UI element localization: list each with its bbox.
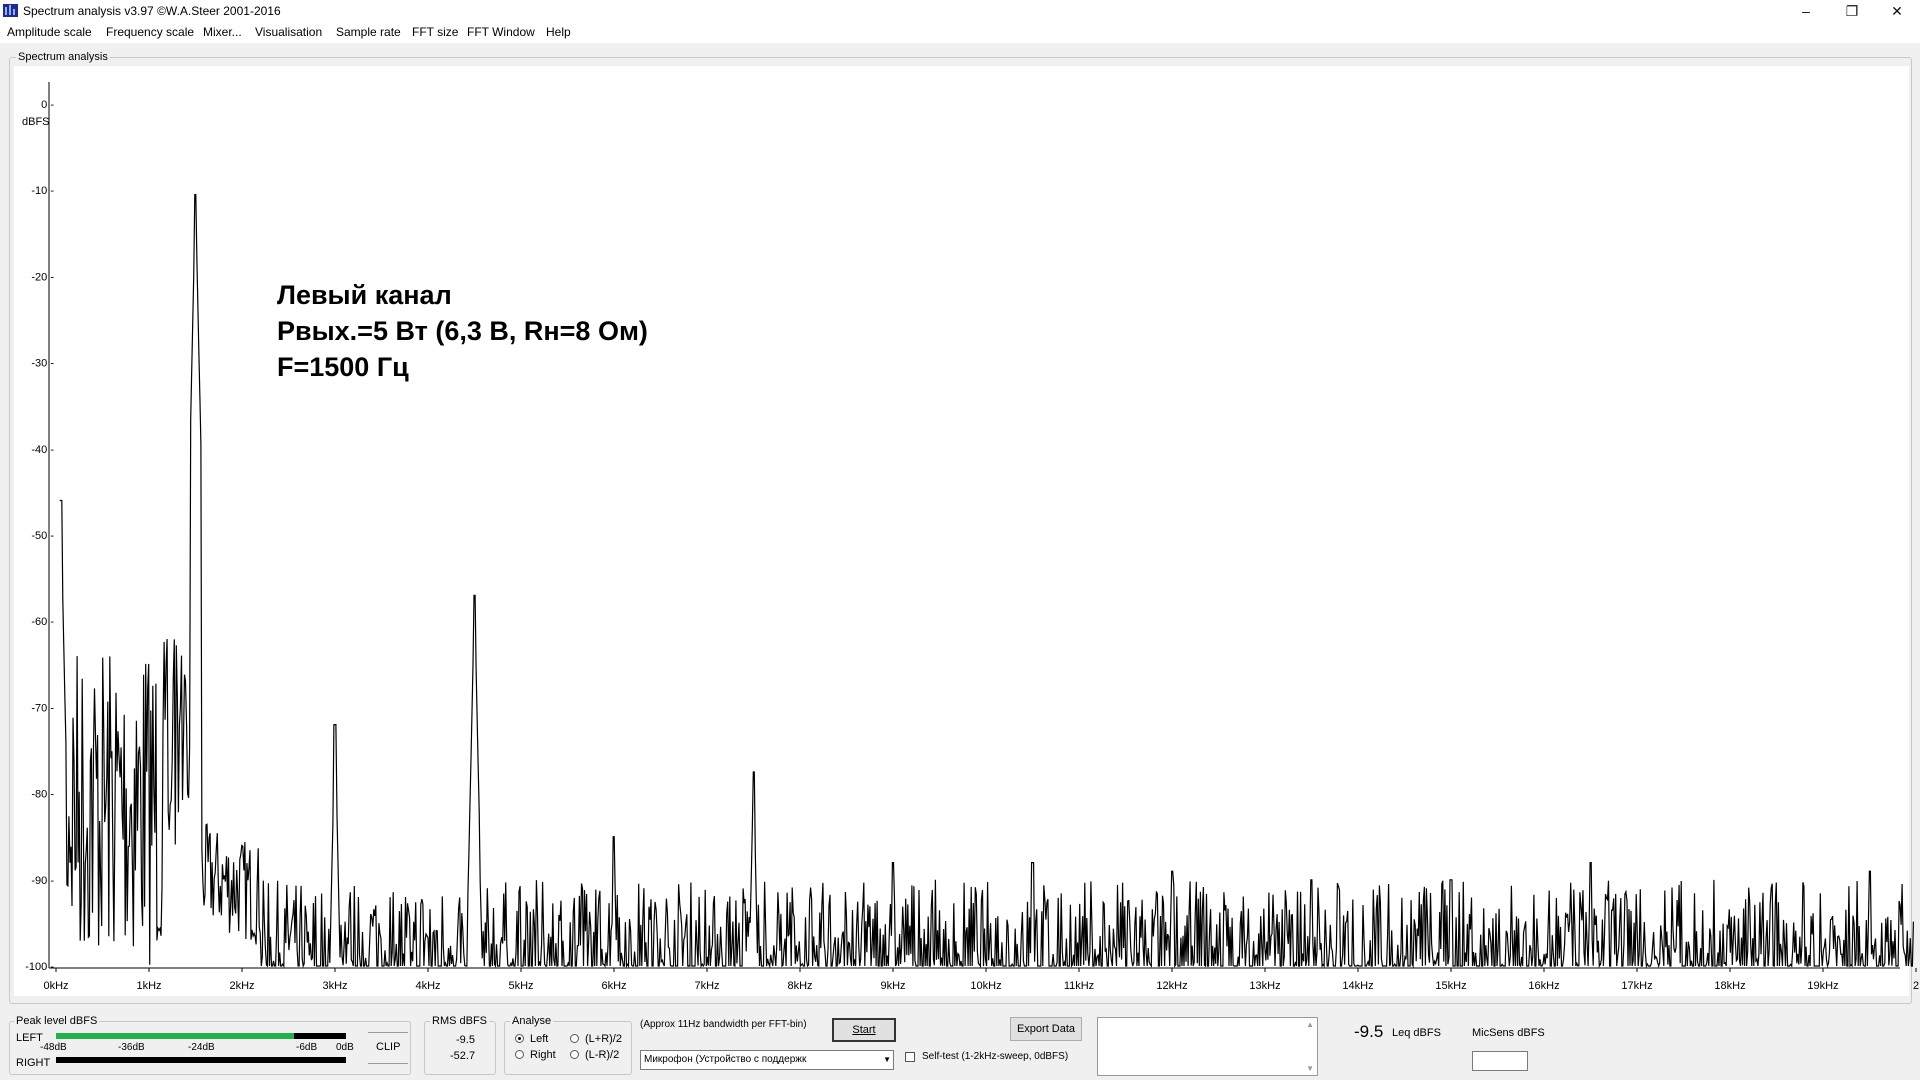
x-tick-label: 4kHz: [415, 980, 440, 992]
scroll-down-icon[interactable]: ▼: [1306, 1064, 1314, 1073]
x-tick-label: 17kHz: [1621, 980, 1652, 992]
x-tick-label: 19kHz: [1807, 980, 1838, 992]
x-tick-label: 8kHz: [787, 980, 812, 992]
rms-group: [424, 1021, 496, 1075]
analyse-right-label: Right: [530, 1049, 556, 1061]
spectrum-chart: 0 - -10 - -20 - -30 - -40 - -50 - -60 - -70 - -8…: [14, 66, 1919, 996]
analyse-diff-radio[interactable]: [570, 1050, 579, 1059]
right-level-meter: [56, 1057, 346, 1063]
analyse-diff-label: (L-R)/2: [585, 1049, 620, 1061]
meter-scale-0: 0dB: [336, 1042, 354, 1053]
left-level-meter: [56, 1033, 346, 1039]
x-tick-label: 18kHz: [1714, 980, 1745, 992]
leq-unit: Leq dBFS: [1392, 1027, 1441, 1039]
x-tick-label: 10kHz: [970, 980, 1001, 992]
y-tick-label: -30 -: [31, 358, 54, 370]
annotation-frequency: F=1500 Гц: [277, 352, 409, 382]
x-tick-label: 16kHz: [1528, 980, 1559, 992]
x-tick-label: 11kHz: [1064, 980, 1094, 992]
rms-caption: RMS dBFS: [430, 1015, 490, 1027]
y-tick-label: -20 -: [31, 271, 54, 283]
self-test-checkbox[interactable]: [905, 1052, 915, 1062]
x-tick-label: 6kHz: [601, 980, 626, 992]
y-tick-label: -80 -: [31, 789, 54, 801]
x-tick-label: 5kHz: [508, 980, 533, 992]
analyse-sum-label: (L+R)/2: [585, 1033, 622, 1045]
annotation-channel: Левый канал: [277, 280, 452, 310]
x-tick-label: 13kHz: [1249, 980, 1280, 992]
y-tick-label: -70 -: [31, 702, 54, 714]
clip-indicator: CLIP: [368, 1032, 408, 1064]
meter-scale-24: -24dB: [188, 1042, 215, 1053]
analyse-caption: Analyse: [510, 1015, 554, 1027]
x-tick-label: 1kHz: [136, 980, 161, 992]
leq-value: -9.5: [1354, 1022, 1384, 1041]
log-output-box[interactable]: ▲ ▼: [1097, 1017, 1318, 1076]
peak-level-caption: Peak level dBFS: [14, 1015, 100, 1027]
y-tick-label: -60 -: [31, 616, 54, 628]
micsens-input[interactable]: [1472, 1051, 1528, 1071]
plot-background: [14, 66, 1909, 996]
analyse-sum-radio[interactable]: [570, 1034, 579, 1043]
spectrum-panel-caption: Spectrum analysis: [16, 51, 110, 63]
right-channel-label: RIGHT: [16, 1057, 51, 1069]
annotation-power: Рвых.=5 Вт (6,3 В, Rн=8 Ом): [277, 316, 648, 346]
analyse-left-radio[interactable]: [515, 1034, 524, 1043]
meter-scale-36: -36dB: [118, 1042, 145, 1053]
scroll-up-icon[interactable]: ▲: [1306, 1020, 1314, 1029]
device-select[interactable]: Микрофон (Устройство с поддержк ▼: [640, 1050, 894, 1070]
y-tick-label: 0 -: [41, 99, 54, 111]
clip-label: CLIP: [376, 1041, 401, 1053]
self-test-label: Self-test (1-2kHz-sweep, 0dBFS): [922, 1051, 1069, 1062]
device-selected-value: Микрофон (Устройство с поддержк: [644, 1054, 807, 1065]
left-channel-label: LEFT: [16, 1032, 43, 1044]
start-button[interactable]: Start: [832, 1018, 896, 1042]
meter-scale-6: -6dB: [296, 1042, 318, 1053]
x-tick-label: 2: [1913, 980, 1919, 992]
x-tick-label: 9kHz: [880, 980, 905, 992]
y-tick-label: -90 -: [31, 875, 54, 887]
x-tick-label: 0kHz: [43, 980, 68, 992]
left-level-fill: [56, 1033, 294, 1039]
rms-left-value: -9.5: [456, 1034, 475, 1046]
x-tick-label: 2kHz: [229, 980, 254, 992]
analyse-group: [504, 1021, 632, 1075]
x-tick-label: 12kHz: [1156, 980, 1187, 992]
chevron-down-icon: ▼: [883, 1055, 891, 1064]
y-tick-label: -100 -: [25, 961, 54, 973]
meter-scale-48: -48dB: [40, 1042, 67, 1053]
y-tick-label: -50 -: [31, 530, 54, 542]
analyse-right-radio[interactable]: [515, 1050, 524, 1059]
x-tick-label: 3kHz: [322, 980, 347, 992]
x-tick-label: 14kHz: [1342, 980, 1373, 992]
rms-right-value: -52.7: [450, 1050, 476, 1062]
y-tick-label: -10 -: [31, 185, 54, 197]
y-tick-label: -40 -: [31, 444, 54, 456]
x-tick-label: 15kHz: [1435, 980, 1466, 992]
micsens-label: MicSens dBFS: [1472, 1027, 1545, 1039]
y-axis-label: dBFS: [22, 116, 50, 128]
bandwidth-note: (Approx 11Hz bandwidth per FFT-bin): [640, 1019, 807, 1030]
export-data-button[interactable]: Export Data: [1010, 1017, 1082, 1041]
analyse-left-label: Left: [530, 1033, 549, 1045]
x-tick-label: 7kHz: [694, 980, 719, 992]
